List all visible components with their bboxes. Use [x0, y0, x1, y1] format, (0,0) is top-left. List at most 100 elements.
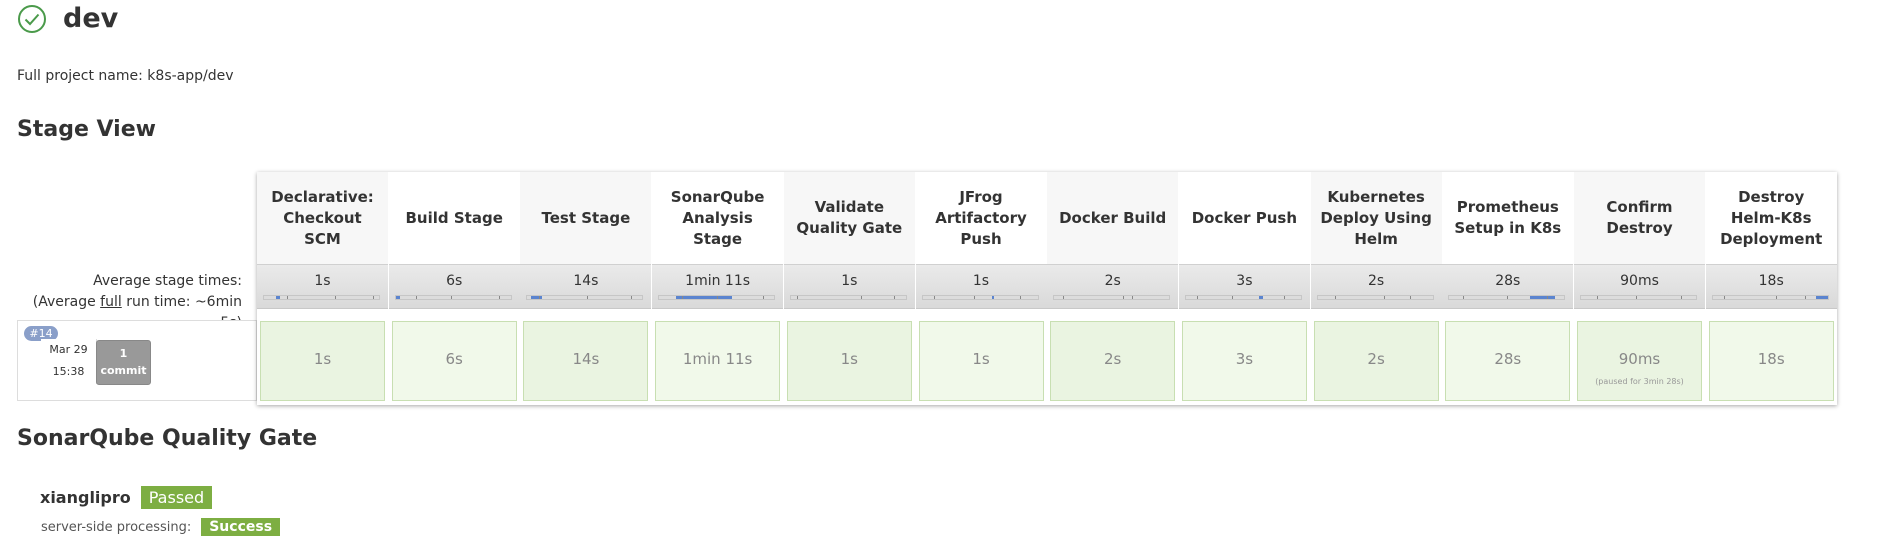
full-project-name: Full project name: k8s-app/dev — [17, 68, 234, 84]
commit-count-button[interactable]: 1 commit — [96, 340, 151, 385]
stage-result-time: 1s — [313, 350, 332, 368]
build-date-time: 15:38 — [52, 365, 85, 378]
stage-average-bar-tick — [1020, 296, 1022, 299]
commit-label: commit — [100, 364, 147, 377]
stage-header: Destroy Helm-K8s Deployment — [1705, 172, 1837, 264]
full-run-link[interactable]: full — [100, 294, 122, 310]
sonarqube-project-link[interactable]: xianglipro — [40, 488, 131, 507]
stage-average-bar-tick — [762, 296, 764, 299]
avg-run-prefix: (Average — [32, 294, 101, 310]
stage-average-bar-tick — [1231, 296, 1233, 299]
stage-average-bar-tick — [373, 296, 375, 299]
stage-result-time: 2s — [1104, 350, 1122, 368]
build-date: Mar 29 15:38 — [41, 339, 97, 384]
stage-average-bar-fill — [1259, 296, 1263, 299]
stage-column: JFrog Artifactory Push 1s 1s — [915, 172, 1047, 405]
stage-average-time: 18s — [1758, 273, 1784, 289]
stage-result-cell[interactable]: 1s — [786, 321, 912, 401]
stage-result-cell[interactable]: 1s — [260, 321, 385, 401]
server-processing-row: server-side processing: Success — [41, 518, 281, 536]
stage-average-bar-tick — [416, 296, 418, 299]
stage-average-bar-tick — [335, 296, 337, 299]
stage-average-bar — [658, 295, 776, 300]
stage-header: JFrog Artifactory Push — [915, 172, 1047, 264]
stage-average-bar-tick — [1724, 296, 1726, 299]
stage-average-time: 1min 11s — [685, 273, 751, 289]
stage-average-bar-tick — [630, 296, 632, 299]
stage-result-cell[interactable]: 90ms (paused for 3min 28s) — [1577, 321, 1702, 401]
stage-header: Test Stage — [520, 172, 652, 264]
stage-average-bar — [394, 295, 512, 300]
stage-average-bar-tick — [1409, 296, 1411, 299]
commit-count: 1 — [119, 347, 128, 360]
stage-header: Kubernetes Deploy Using Helm — [1310, 172, 1442, 264]
stage-result-cell[interactable]: 2s — [1050, 321, 1176, 401]
stage-average-bar — [1448, 295, 1566, 300]
stage-average-bar — [526, 295, 644, 300]
stage-average-time: 14s — [573, 273, 599, 289]
stage-result-cell[interactable]: 18s — [1708, 321, 1834, 401]
stage-average-bar — [1184, 295, 1302, 300]
stage-header: Validate Quality Gate — [783, 172, 915, 264]
stage-result-cell[interactable]: 28s — [1445, 321, 1571, 401]
stage-column: Destroy Helm-K8s Deployment 18s 18s — [1705, 172, 1837, 405]
stage-average-bar — [1580, 295, 1697, 300]
stage-average-bar-tick — [682, 296, 684, 299]
stage-average-bar-tick — [1681, 296, 1683, 299]
stage-average-cell: 18s — [1705, 264, 1837, 309]
stage-result-cell[interactable]: 1s — [918, 321, 1044, 401]
stage-average-bar-tick — [1597, 296, 1599, 299]
stage-column: Declarative: Checkout SCM 1s 1s — [257, 172, 388, 405]
stage-average-cell: 14s — [520, 264, 652, 309]
stage-average-bar-tick — [974, 296, 976, 299]
stage-average-bar-fill — [530, 296, 543, 299]
stage-average-time: 1s — [972, 273, 990, 289]
stage-header: Declarative: Checkout SCM — [257, 172, 388, 264]
stage-average-bar — [1316, 295, 1434, 300]
stage-header: Docker Build — [1047, 172, 1179, 264]
stage-average-cell: 1s — [257, 264, 388, 309]
stage-average-time: 1s — [314, 273, 331, 289]
stage-header: Confirm Destroy — [1574, 172, 1705, 264]
build-date-day: Mar 29 — [49, 343, 88, 356]
sonarqube-title: SonarQube Quality Gate — [17, 426, 318, 451]
stage-result-cell[interactable]: 14s — [523, 321, 649, 401]
stage-average-bar-tick — [1804, 296, 1806, 299]
stage-result-cell[interactable]: 6s — [391, 321, 517, 401]
stage-average-cell: 90ms — [1574, 264, 1705, 309]
stage-header: Build Stage — [388, 172, 520, 264]
stage-average-time: 90ms — [1620, 273, 1659, 289]
stage-header: SonarQube Analysis Stage — [652, 172, 784, 264]
stage-average-bar — [1711, 295, 1829, 300]
stage-result-time: 2s — [1367, 350, 1385, 368]
stage-header: Prometheus Setup in K8s — [1442, 172, 1574, 264]
stage-average-bar-fill — [676, 296, 732, 299]
stage-average-cell: 2s — [1047, 264, 1179, 309]
build-row-header[interactable]: #14 Mar 29 15:38 1 commit — [17, 320, 257, 401]
stage-column: SonarQube Analysis Stage 1min 11s 1min 11s — [652, 172, 784, 405]
stage-average-bar-tick — [1384, 296, 1386, 299]
stage-average-bar-tick — [796, 296, 798, 299]
stage-result-time: 1s — [840, 350, 858, 368]
stage-result-cell[interactable]: 2s — [1313, 321, 1439, 401]
stage-average-bar-tick — [587, 296, 589, 299]
stage-column: Confirm Destroy 90ms 90ms (paused for 3min … — [1574, 172, 1705, 405]
stage-average-cell: 1s — [783, 264, 915, 309]
stage-average-bar-tick — [538, 296, 540, 299]
avg-run-time-text: (Average full run time: ~6min — [2, 292, 242, 313]
stage-result-cell[interactable]: 1min 11s — [655, 321, 781, 401]
check-circle-icon — [18, 4, 46, 33]
stage-average-cell: 6s — [388, 264, 520, 309]
stage-column: Docker Push 3s 3s — [1178, 172, 1310, 405]
stage-result-cell[interactable]: 3s — [1181, 321, 1307, 401]
quality-gate-status-badge: Passed — [140, 486, 213, 509]
stage-average-cell: 1s — [915, 264, 1047, 309]
stage-average-bar-tick — [1063, 296, 1065, 299]
stage-average-bar-tick — [1132, 296, 1134, 299]
stage-average-bar — [921, 295, 1039, 300]
stage-average-time: 2s — [1367, 273, 1385, 289]
stage-column: Build Stage 6s 6s — [388, 172, 520, 405]
stage-average-bar-tick — [716, 296, 718, 299]
stage-header: Docker Push — [1178, 172, 1310, 264]
stage-average-bar-tick — [894, 296, 896, 299]
